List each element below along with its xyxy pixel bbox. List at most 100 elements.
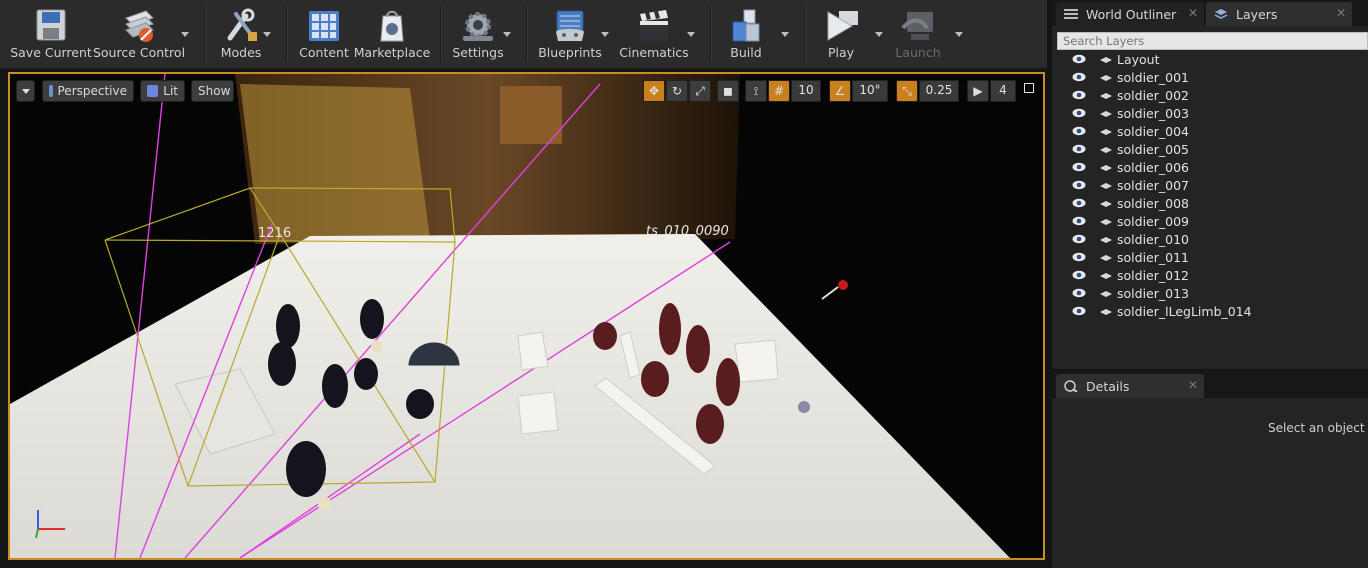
grid-snap-value[interactable]: 10	[791, 80, 821, 102]
layer-row[interactable]: soldier_013	[1052, 285, 1368, 303]
view-mode-lit-button[interactable]: Lit	[140, 80, 185, 102]
maximize-viewport-icon[interactable]	[1024, 83, 1034, 93]
marketplace-button[interactable]: Marketplace	[353, 2, 431, 66]
visibility-eye-icon[interactable]	[1072, 126, 1086, 136]
visibility-eye-icon[interactable]	[1072, 252, 1086, 262]
layer-icon	[1100, 183, 1112, 189]
layer-row[interactable]: soldier_004	[1052, 123, 1368, 141]
modes-icon	[227, 8, 257, 41]
scale-snap-value[interactable]: 0.25	[919, 80, 959, 102]
rotation-snap-value[interactable]: 10°	[852, 80, 888, 102]
translate-tool-button[interactable]: ✥	[643, 80, 665, 102]
layer-row[interactable]: soldier_lLegLimb_014	[1052, 303, 1368, 321]
close-icon[interactable]: ✕	[1188, 6, 1198, 20]
content-button[interactable]: Content	[298, 2, 350, 66]
light-bulb-icon[interactable]	[318, 497, 332, 511]
layer-row[interactable]: soldier_010	[1052, 231, 1368, 249]
build-button[interactable]: Build	[720, 2, 772, 66]
toolbar-separator	[440, 4, 442, 62]
target-marker-icon[interactable]	[821, 280, 848, 300]
layer-name: Layout	[1117, 52, 1160, 67]
surface-snap-icon: ⟟	[753, 83, 759, 98]
layer-row[interactable]: soldier_006	[1052, 159, 1368, 177]
visibility-eye-icon[interactable]	[1072, 270, 1086, 280]
layer-name: soldier_004	[1117, 124, 1189, 139]
layer-row[interactable]: soldier_002	[1052, 87, 1368, 105]
viewport-scene: Z X Y	[10, 74, 1010, 558]
layer-name: soldier_001	[1117, 70, 1189, 85]
close-icon[interactable]: ✕	[1188, 378, 1198, 392]
coordinate-system-button[interactable]: ◼	[717, 80, 739, 102]
scale-snap-toggle[interactable]: ⤡	[896, 80, 918, 102]
show-flags-button[interactable]: Show	[191, 80, 234, 102]
light-bulb-icon[interactable]	[371, 340, 383, 352]
visibility-eye-icon[interactable]	[1072, 54, 1086, 64]
source-control-dropdown-icon[interactable]	[180, 30, 190, 40]
visibility-eye-icon[interactable]	[1072, 162, 1086, 172]
layer-row[interactable]: soldier_008	[1052, 195, 1368, 213]
visibility-eye-icon[interactable]	[1072, 306, 1086, 316]
launch-dropdown-icon[interactable]	[954, 30, 964, 40]
cinematics-dropdown-icon[interactable]	[686, 30, 696, 40]
play-icon	[827, 11, 858, 41]
visibility-eye-icon[interactable]	[1072, 180, 1086, 190]
tab-world-outliner[interactable]: World Outliner ✕	[1056, 2, 1204, 26]
layer-row[interactable]: soldier_001	[1052, 69, 1368, 87]
rotate-tool-button[interactable]: ↻	[666, 80, 688, 102]
surface-snapping-button[interactable]: ⟟	[745, 80, 767, 102]
details-tab-label: Details	[1086, 378, 1130, 394]
layer-icon	[1100, 165, 1112, 171]
source-control-icon	[125, 10, 154, 42]
search-layers-input[interactable]	[1057, 32, 1368, 50]
level-viewport[interactable]: Z X Y 1216 ts_010_0090 Perspective Lit S…	[8, 72, 1045, 560]
play-dropdown-icon[interactable]	[874, 30, 884, 40]
clapperboard-icon	[640, 10, 668, 41]
layer-row[interactable]: soldier_007	[1052, 177, 1368, 195]
save-current-label: Save Current	[10, 45, 92, 60]
visibility-eye-icon[interactable]	[1072, 72, 1086, 82]
build-dropdown-icon[interactable]	[780, 30, 790, 40]
marketplace-label: Marketplace	[353, 45, 431, 60]
grid-snap-toggle[interactable]: #	[768, 80, 790, 102]
scale-tool-button[interactable]: ⤢	[689, 80, 711, 102]
layer-row[interactable]: soldier_009	[1052, 213, 1368, 231]
tab-layers[interactable]: Layers ✕	[1206, 2, 1352, 26]
source-control-label: Source Control	[92, 45, 186, 60]
layer-row[interactable]: soldier_012	[1052, 267, 1368, 285]
layer-row[interactable]: soldier_011	[1052, 249, 1368, 267]
tab-details[interactable]: Details ✕	[1056, 374, 1204, 398]
visibility-eye-icon[interactable]	[1072, 216, 1086, 226]
layer-icon	[1100, 309, 1112, 315]
cinematics-button[interactable]: Cinematics	[618, 2, 690, 66]
visibility-eye-icon[interactable]	[1072, 90, 1086, 100]
light-bulb-icon[interactable]	[798, 401, 810, 413]
lit-sphere-icon	[147, 85, 159, 97]
layer-row[interactable]: Layout	[1052, 51, 1368, 69]
viewport-options-button[interactable]	[16, 80, 35, 102]
scale-icon: ⤢	[695, 83, 705, 98]
blueprints-dropdown-icon[interactable]	[600, 30, 610, 40]
layer-row[interactable]: soldier_005	[1052, 141, 1368, 159]
play-button[interactable]: Play	[814, 2, 868, 66]
visibility-eye-icon[interactable]	[1072, 198, 1086, 208]
build-label: Build	[730, 45, 762, 60]
rotation-snap-toggle[interactable]: ∠	[829, 80, 851, 102]
visibility-eye-icon[interactable]	[1072, 144, 1086, 154]
layer-icon	[1100, 75, 1112, 81]
launch-button[interactable]: Launch	[890, 2, 946, 66]
camera-speed-button[interactable]: ▶	[967, 80, 989, 102]
save-current-button[interactable]: Save Current	[10, 2, 92, 66]
close-icon[interactable]: ✕	[1336, 6, 1346, 20]
visibility-eye-icon[interactable]	[1072, 288, 1086, 298]
visibility-eye-icon[interactable]	[1072, 234, 1086, 244]
modes-dropdown-icon[interactable]	[262, 30, 272, 40]
settings-dropdown-icon[interactable]	[502, 30, 512, 40]
blueprints-button[interactable]: Blueprints	[538, 2, 602, 66]
settings-button[interactable]: Settings	[450, 2, 506, 66]
perspective-button[interactable]: Perspective	[42, 80, 134, 102]
visibility-eye-icon[interactable]	[1072, 108, 1086, 118]
camera-speed-value[interactable]: 4	[990, 80, 1016, 102]
layer-row[interactable]: soldier_003	[1052, 105, 1368, 123]
layer-icon	[1100, 219, 1112, 225]
source-control-button[interactable]: Source Control	[92, 2, 186, 66]
